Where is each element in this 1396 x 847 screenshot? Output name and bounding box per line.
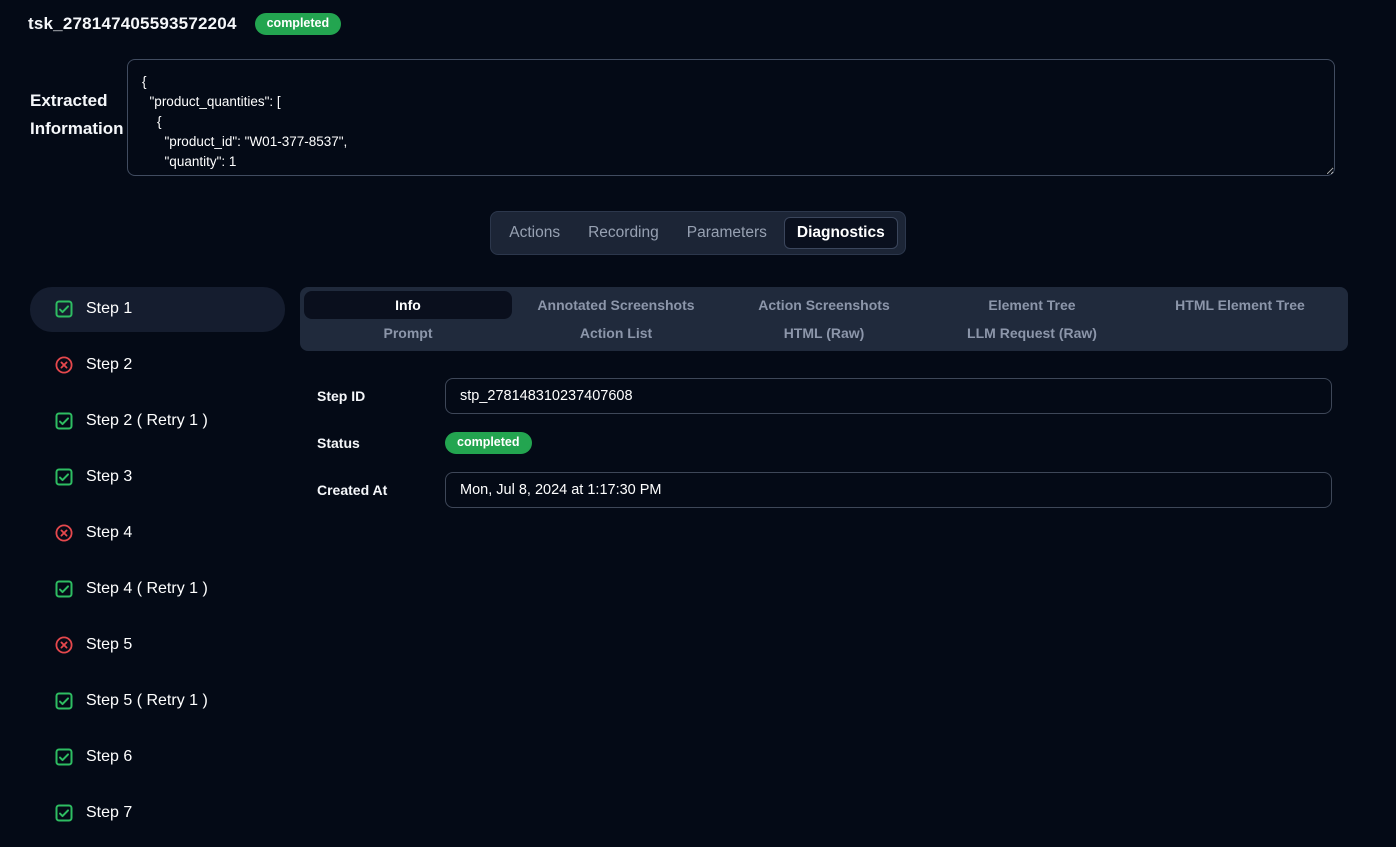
sub-tab-bar: InfoAnnotated ScreenshotsAction Screensh… <box>300 287 1348 351</box>
created-at-input[interactable] <box>445 472 1332 508</box>
step-label: Step 3 <box>86 468 132 486</box>
sidebar-step-item[interactable]: Step 1 <box>30 287 285 332</box>
check-square-icon <box>55 412 73 430</box>
check-square-icon <box>55 692 73 710</box>
step-detail-panel: InfoAnnotated ScreenshotsAction Screensh… <box>300 287 1348 526</box>
step-label: Step 2 ( Retry 1 ) <box>86 412 208 430</box>
check-square-icon <box>55 804 73 822</box>
task-header: tsk_278147405593572204 completed <box>0 0 1396 35</box>
step-id-label: Step ID <box>317 388 445 404</box>
sidebar-step-item[interactable]: Step 5 <box>30 623 285 668</box>
sidebar-step-item[interactable]: Step 4 <box>30 511 285 556</box>
sub-tab[interactable]: Element Tree <box>928 291 1136 319</box>
main-tab[interactable]: Diagnostics <box>784 217 898 249</box>
sidebar-step-item[interactable]: Step 4 ( Retry 1 ) <box>30 567 285 612</box>
step-label: Step 7 <box>86 804 132 822</box>
status-row: Status completed <box>317 432 1332 454</box>
step-label: Step 2 <box>86 356 132 374</box>
main-tab-bar: ActionsRecordingParametersDiagnostics <box>490 211 905 255</box>
sub-tab[interactable]: Info <box>304 291 512 319</box>
main-tab[interactable]: Parameters <box>676 217 778 249</box>
step-id-input[interactable] <box>445 378 1332 414</box>
sidebar-step-item[interactable]: Step 5 ( Retry 1 ) <box>30 679 285 724</box>
sidebar-step-item[interactable]: Step 3 <box>30 455 285 500</box>
sidebar-step-item[interactable]: Step 2 ( Retry 1 ) <box>30 399 285 444</box>
extracted-information-label: Extracted Information <box>0 59 127 176</box>
sidebar-step-item[interactable]: Step 2 <box>30 343 285 388</box>
created-at-row: Created At <box>317 472 1332 508</box>
check-square-icon <box>55 748 73 766</box>
error-circle-icon <box>55 524 73 542</box>
sub-tab[interactable]: Action List <box>512 319 720 347</box>
sub-tab[interactable]: HTML (Raw) <box>720 319 928 347</box>
sidebar-step-item[interactable]: Step 6 <box>30 735 285 780</box>
sub-tab[interactable]: Annotated Screenshots <box>512 291 720 319</box>
main-tabs-wrap: ActionsRecordingParametersDiagnostics <box>0 211 1396 255</box>
step-label: Step 6 <box>86 748 132 766</box>
step-id-row: Step ID <box>317 378 1332 414</box>
main-tab[interactable]: Recording <box>577 217 670 249</box>
sidebar-step-item[interactable]: Step 7 <box>30 791 285 836</box>
task-id-title: tsk_278147405593572204 <box>28 14 237 34</box>
task-status-badge: completed <box>255 13 342 35</box>
step-label: Step 5 ( Retry 1 ) <box>86 692 208 710</box>
step-label: Step 5 <box>86 636 132 654</box>
extracted-information-section: Extracted Information { "product_quantit… <box>0 59 1396 176</box>
status-label: Status <box>317 435 445 451</box>
sub-tab[interactable]: Prompt <box>304 319 512 347</box>
main-tab[interactable]: Actions <box>498 217 571 249</box>
diagnostics-content: Step 1 Step 2 Step 2 ( Retry 1 ) Step 3 … <box>0 287 1396 847</box>
steps-sidebar: Step 1 Step 2 Step 2 ( Retry 1 ) Step 3 … <box>30 287 285 847</box>
created-at-label: Created At <box>317 482 445 498</box>
check-square-icon <box>55 468 73 486</box>
error-circle-icon <box>55 356 73 374</box>
info-fields: Step ID Status completed Created At <box>300 378 1348 508</box>
step-label: Step 1 <box>86 300 132 318</box>
extracted-information-textarea[interactable]: { "product_quantities": [ { "product_id"… <box>127 59 1335 176</box>
step-status-badge: completed <box>445 432 532 454</box>
error-circle-icon <box>55 636 73 654</box>
sub-tab[interactable]: HTML Element Tree <box>1136 291 1344 319</box>
check-square-icon <box>55 580 73 598</box>
step-label: Step 4 <box>86 524 132 542</box>
check-square-icon <box>55 300 73 318</box>
step-label: Step 4 ( Retry 1 ) <box>86 580 208 598</box>
sub-tab[interactable]: LLM Request (Raw) <box>928 319 1136 347</box>
sub-tab[interactable]: Action Screenshots <box>720 291 928 319</box>
